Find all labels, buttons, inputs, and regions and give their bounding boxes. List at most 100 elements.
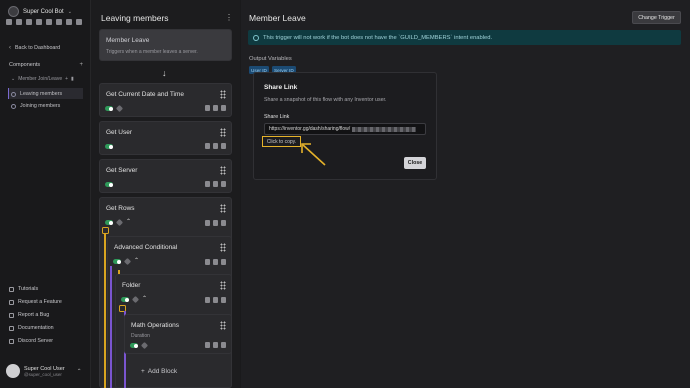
enable-toggle[interactable] bbox=[130, 343, 138, 348]
copy-icon[interactable] bbox=[205, 220, 210, 226]
chevron-left-icon: ‹ bbox=[9, 45, 11, 51]
enable-toggle[interactable] bbox=[105, 220, 113, 225]
copy-icon[interactable] bbox=[205, 105, 210, 111]
trash-icon[interactable] bbox=[221, 181, 226, 187]
flow-block[interactable]: Get Server bbox=[99, 159, 232, 193]
list-icon[interactable] bbox=[26, 19, 32, 25]
block-title: Math Operations bbox=[131, 322, 180, 329]
component-group[interactable]: ⌄ Member Join/Leave + ▮ bbox=[11, 76, 85, 82]
duplicate-icon[interactable] bbox=[213, 259, 218, 265]
share-link-field[interactable]: https://inventor.gg/dash/sharing/flow/ bbox=[264, 123, 426, 135]
chevron-up-icon[interactable]: ⌃ bbox=[126, 219, 131, 225]
tag-icon[interactable] bbox=[115, 218, 124, 227]
back-to-dashboard-link[interactable]: ‹ Back to Dashboard bbox=[9, 45, 60, 51]
chart-icon[interactable] bbox=[46, 19, 52, 25]
duplicate-icon[interactable] bbox=[213, 143, 218, 149]
request-feature-label: Request a Feature bbox=[18, 299, 62, 305]
group-label: Member Join/Leave bbox=[18, 76, 63, 82]
share-link-modal: Share Link Share a snapshot of this flow… bbox=[253, 72, 437, 180]
components-label: Components bbox=[9, 62, 41, 68]
trash-icon[interactable] bbox=[221, 342, 226, 348]
duplicate-icon[interactable] bbox=[213, 342, 218, 348]
drag-handle-icon[interactable] bbox=[220, 243, 226, 252]
trash-icon[interactable]: ▮ bbox=[71, 76, 74, 82]
bot-switcher[interactable]: Super Cool Bot ⌄ bbox=[8, 6, 72, 17]
request-feature-link[interactable]: Request a Feature bbox=[9, 299, 62, 305]
drag-handle-icon[interactable] bbox=[220, 321, 226, 330]
trash-icon[interactable] bbox=[221, 259, 226, 265]
enable-toggle[interactable] bbox=[105, 144, 113, 149]
change-trigger-button[interactable]: Change Trigger bbox=[632, 11, 681, 24]
trigger-subtitle: Triggers when a member leaves a server. bbox=[106, 49, 198, 55]
enable-toggle[interactable] bbox=[105, 106, 113, 111]
copy-icon[interactable] bbox=[205, 297, 210, 303]
user-handle: @super_cool_user bbox=[24, 371, 62, 377]
sidebar-item-leaving-members[interactable]: Leaving members bbox=[11, 91, 62, 97]
plus-icon[interactable]: + bbox=[79, 62, 83, 68]
branch-line bbox=[110, 266, 112, 388]
trash-icon[interactable] bbox=[221, 297, 226, 303]
settings-icon[interactable] bbox=[76, 19, 82, 25]
duplicate-icon[interactable] bbox=[213, 297, 218, 303]
trash-icon[interactable] bbox=[221, 220, 226, 226]
copy-icon[interactable] bbox=[205, 342, 210, 348]
trigger-title: Member Leave bbox=[106, 37, 150, 44]
copy-icon[interactable] bbox=[205, 143, 210, 149]
flow-icon[interactable] bbox=[56, 19, 62, 25]
drag-handle-icon[interactable] bbox=[220, 128, 226, 137]
gear-icon[interactable] bbox=[36, 19, 42, 25]
bell-icon[interactable] bbox=[66, 19, 72, 25]
copy-icon[interactable] bbox=[205, 259, 210, 265]
sidebar-item-joining-members[interactable]: Joining members bbox=[11, 103, 60, 109]
duplicate-icon[interactable] bbox=[213, 105, 218, 111]
add-block-label: Add Block bbox=[147, 368, 178, 375]
click-to-copy-hint[interactable]: Click to copy. bbox=[262, 136, 301, 147]
block-actions bbox=[205, 342, 226, 348]
modal-title: Share Link bbox=[264, 84, 298, 91]
discord-server-label: Discord Server bbox=[18, 338, 54, 344]
copy-icon[interactable] bbox=[205, 181, 210, 187]
block-title: Get Server bbox=[106, 167, 138, 174]
tutorials-link[interactable]: Tutorials bbox=[9, 286, 38, 292]
tag-icon[interactable] bbox=[131, 295, 140, 304]
duplicate-icon[interactable] bbox=[213, 220, 218, 226]
trash-icon[interactable] bbox=[221, 143, 226, 149]
tag-icon[interactable] bbox=[140, 341, 149, 350]
sidebar: Super Cool Bot ⌄ ‹ Back to Dashboard Com… bbox=[0, 0, 91, 388]
drag-handle-icon[interactable] bbox=[220, 90, 226, 99]
flow-block[interactable]: Get Current Date and Time bbox=[99, 83, 232, 117]
user-name: Super Cool User bbox=[24, 365, 65, 372]
drag-handle-icon[interactable] bbox=[220, 166, 226, 175]
plus-icon[interactable]: + bbox=[65, 76, 68, 82]
discord-server-link[interactable]: Discord Server bbox=[9, 338, 53, 344]
close-button[interactable]: Close bbox=[404, 157, 426, 169]
flow-block[interactable]: Math Operations Duration bbox=[124, 314, 232, 354]
report-bug-link[interactable]: Report a Bug bbox=[9, 312, 49, 318]
document-icon bbox=[9, 325, 14, 331]
redacted-token bbox=[352, 126, 417, 132]
chevron-up-icon: ⌃ bbox=[76, 368, 82, 375]
grid-icon[interactable] bbox=[16, 19, 22, 25]
add-block-button[interactable]: + Add Block bbox=[141, 368, 177, 375]
more-options-icon[interactable]: ⋮ bbox=[225, 13, 233, 22]
documentation-link[interactable]: Documentation bbox=[9, 325, 54, 331]
tag-icon[interactable] bbox=[123, 257, 132, 266]
home-icon[interactable] bbox=[6, 19, 12, 25]
drag-handle-icon[interactable] bbox=[220, 204, 226, 213]
discord-icon bbox=[9, 338, 14, 344]
bot-avatar bbox=[8, 6, 19, 17]
enable-toggle[interactable] bbox=[121, 297, 129, 302]
tag-icon[interactable] bbox=[115, 104, 124, 113]
drag-handle-icon[interactable] bbox=[220, 281, 226, 290]
chevron-up-icon[interactable]: ⌃ bbox=[142, 296, 147, 302]
user-menu[interactable]: Super Cool User @super_cool_user ⌃ bbox=[6, 364, 82, 378]
trash-icon[interactable] bbox=[221, 105, 226, 111]
enable-toggle[interactable] bbox=[113, 259, 121, 264]
enable-toggle[interactable] bbox=[105, 182, 113, 187]
share-link-label: Share Link bbox=[264, 114, 290, 120]
trigger-block[interactable]: Member Leave Triggers when a member leav… bbox=[99, 29, 232, 61]
flow-block[interactable]: Get User bbox=[99, 121, 232, 155]
chevron-up-icon[interactable]: ⌃ bbox=[134, 258, 139, 264]
flow-node-icon bbox=[11, 91, 16, 97]
duplicate-icon[interactable] bbox=[213, 181, 218, 187]
